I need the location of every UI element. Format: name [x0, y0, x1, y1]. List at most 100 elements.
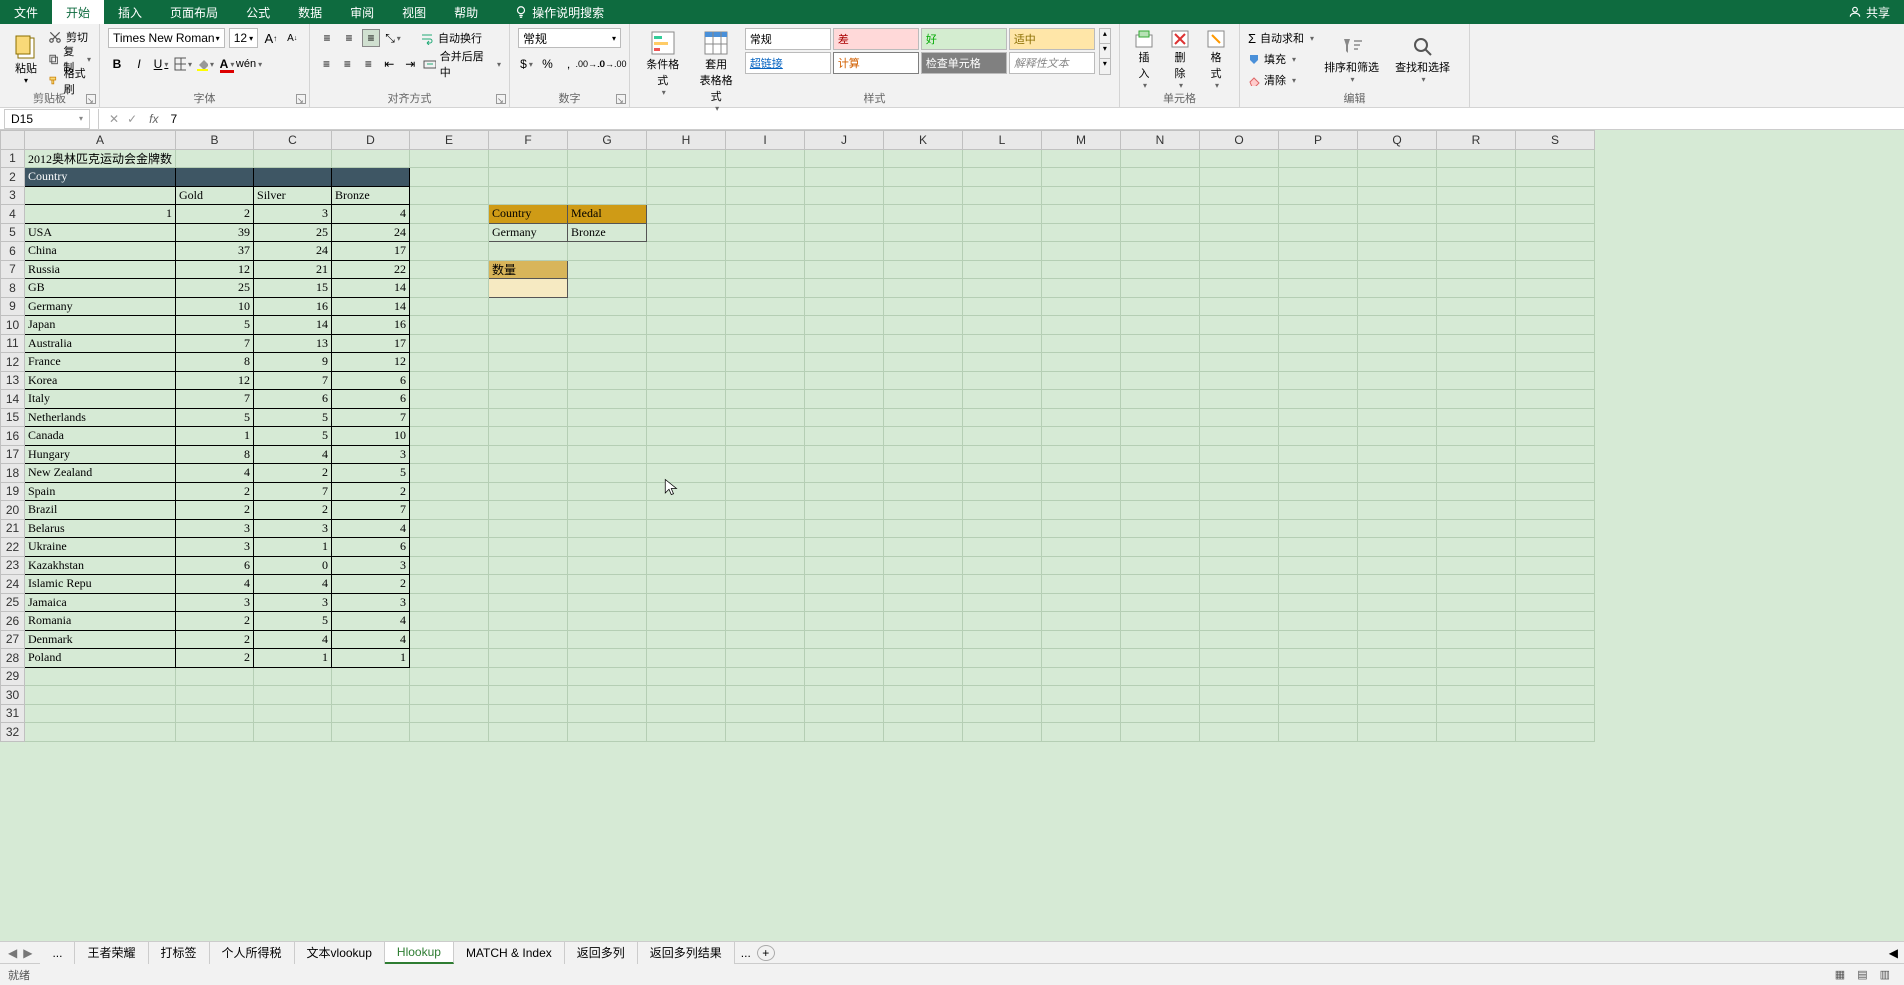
cell-K4[interactable]	[884, 205, 963, 224]
cell-N26[interactable]	[1121, 612, 1200, 631]
cell-E20[interactable]	[410, 501, 489, 520]
cell-K6[interactable]	[884, 242, 963, 261]
cell-C31[interactable]	[254, 704, 332, 723]
cell-D1[interactable]	[332, 149, 410, 168]
cell-P19[interactable]	[1279, 482, 1358, 501]
tab-formulas[interactable]: 公式	[232, 0, 284, 24]
cell-C19[interactable]: 7	[254, 482, 332, 501]
cell-B16[interactable]: 1	[176, 427, 254, 446]
cell-B28[interactable]: 2	[176, 649, 254, 668]
cell-K11[interactable]	[884, 334, 963, 353]
cell-K24[interactable]	[884, 575, 963, 594]
sheet-tab-个人所得税[interactable]: 个人所得税	[210, 942, 295, 964]
orientation-button[interactable]: ⤡	[384, 29, 402, 47]
cell-G14[interactable]	[568, 390, 647, 409]
cell-S26[interactable]	[1516, 612, 1595, 631]
cell-D12[interactable]: 12	[332, 353, 410, 372]
cell-C29[interactable]	[254, 667, 332, 686]
cell-E9[interactable]	[410, 297, 489, 316]
cell-D3[interactable]: Bronze	[332, 186, 410, 205]
row-header-1[interactable]: 1	[1, 149, 25, 168]
cell-S13[interactable]	[1516, 371, 1595, 390]
styles-more[interactable]: ▾	[1100, 59, 1110, 74]
cell-P10[interactable]	[1279, 316, 1358, 335]
cell-H12[interactable]	[647, 353, 726, 372]
row-header-26[interactable]: 26	[1, 612, 25, 631]
cell-K27[interactable]	[884, 630, 963, 649]
cell-O12[interactable]	[1200, 353, 1279, 372]
cell-J6[interactable]	[805, 242, 884, 261]
sheet-tab-Hlookup[interactable]: Hlookup	[385, 942, 454, 964]
cell-B9[interactable]: 10	[176, 297, 254, 316]
cell-N20[interactable]	[1121, 501, 1200, 520]
cell-I28[interactable]	[726, 649, 805, 668]
cell-R16[interactable]	[1437, 427, 1516, 446]
cell-A14[interactable]: Italy	[25, 390, 176, 409]
styles-scroll-down[interactable]: ▾	[1100, 44, 1110, 59]
cell-H1[interactable]	[647, 149, 726, 168]
cell-D2[interactable]	[332, 168, 410, 187]
cell-H29[interactable]	[647, 667, 726, 686]
cell-B15[interactable]: 5	[176, 408, 254, 427]
cell-M17[interactable]	[1042, 445, 1121, 464]
cell-J16[interactable]	[805, 427, 884, 446]
cell-E1[interactable]	[410, 149, 489, 168]
cell-G13[interactable]	[568, 371, 647, 390]
style-good[interactable]: 好	[921, 28, 1007, 50]
cell-M13[interactable]	[1042, 371, 1121, 390]
cell-E15[interactable]	[410, 408, 489, 427]
cell-E2[interactable]	[410, 168, 489, 187]
cell-K20[interactable]	[884, 501, 963, 520]
cell-C2[interactable]	[254, 168, 332, 187]
cell-J23[interactable]	[805, 556, 884, 575]
cell-M32[interactable]	[1042, 723, 1121, 742]
cell-B21[interactable]: 3	[176, 519, 254, 538]
cell-E5[interactable]	[410, 223, 489, 242]
cell-N5[interactable]	[1121, 223, 1200, 242]
cell-A27[interactable]: Denmark	[25, 630, 176, 649]
cell-G28[interactable]	[568, 649, 647, 668]
increase-indent-button[interactable]: ⇥	[402, 55, 419, 73]
cell-L20[interactable]	[963, 501, 1042, 520]
style-hyperlink[interactable]: 超链接	[745, 52, 831, 74]
cell-C5[interactable]: 25	[254, 223, 332, 242]
cell-O4[interactable]	[1200, 205, 1279, 224]
column-header-N[interactable]: N	[1121, 131, 1200, 150]
cell-C20[interactable]: 2	[254, 501, 332, 520]
cell-K25[interactable]	[884, 593, 963, 612]
column-header-H[interactable]: H	[647, 131, 726, 150]
cell-I1[interactable]	[726, 149, 805, 168]
cell-O25[interactable]	[1200, 593, 1279, 612]
cell-D19[interactable]: 2	[332, 482, 410, 501]
cell-G15[interactable]	[568, 408, 647, 427]
row-header-12[interactable]: 12	[1, 353, 25, 372]
cell-I7[interactable]	[726, 260, 805, 279]
wrap-text-button[interactable]: 自动换行	[420, 28, 482, 48]
cell-L22[interactable]	[963, 538, 1042, 557]
cell-K12[interactable]	[884, 353, 963, 372]
cell-S6[interactable]	[1516, 242, 1595, 261]
cell-R21[interactable]	[1437, 519, 1516, 538]
row-header-23[interactable]: 23	[1, 556, 25, 575]
styles-scroll-up[interactable]: ▴	[1100, 29, 1110, 44]
style-neutral[interactable]: 适中	[1009, 28, 1095, 50]
cell-R4[interactable]	[1437, 205, 1516, 224]
cell-C13[interactable]: 7	[254, 371, 332, 390]
column-header-S[interactable]: S	[1516, 131, 1595, 150]
cell-F10[interactable]	[489, 316, 568, 335]
cell-E25[interactable]	[410, 593, 489, 612]
cell-F3[interactable]	[489, 186, 568, 205]
cell-D8[interactable]: 14	[332, 279, 410, 298]
view-normal-button[interactable]: ▦	[1829, 968, 1851, 981]
autosum-button[interactable]: Σ自动求和	[1248, 28, 1314, 48]
cell-S16[interactable]	[1516, 427, 1595, 446]
cell-S29[interactable]	[1516, 667, 1595, 686]
cell-S4[interactable]	[1516, 205, 1595, 224]
find-select-button[interactable]: 查找和选择	[1389, 33, 1456, 86]
cell-K8[interactable]	[884, 279, 963, 298]
style-calculation[interactable]: 计算	[833, 52, 919, 74]
share-button[interactable]: 共享	[1834, 0, 1904, 24]
column-header-Q[interactable]: Q	[1358, 131, 1437, 150]
cell-O32[interactable]	[1200, 723, 1279, 742]
row-header-25[interactable]: 25	[1, 593, 25, 612]
